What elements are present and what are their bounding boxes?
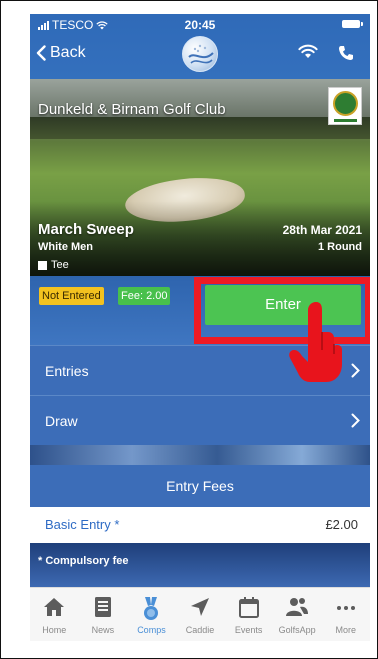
home-icon [44, 598, 65, 616]
decorative-texture [30, 445, 370, 465]
tab-label: GolfsApp [278, 625, 316, 635]
tee-group: White Men [38, 241, 93, 253]
compulsory-note-text: * Compulsory fee [38, 555, 129, 567]
clock: 20:45 [184, 18, 216, 32]
back-button[interactable]: Back [36, 44, 86, 62]
tab-more[interactable]: More [321, 588, 370, 641]
draw-label: Draw [45, 413, 78, 429]
chevron-right-icon [351, 413, 360, 428]
tab-label: Caddie [185, 625, 215, 635]
course-hero-image: Dunkeld & Birnam Golf Club March Sweep 2… [30, 79, 370, 276]
screenshot-frame: TESCO 20:45 Back Dunkeld & Birnam Golf C… [0, 0, 378, 659]
club-name: Dunkeld & Birnam Golf Club [38, 101, 226, 118]
golf-ball-logo-icon [182, 36, 218, 72]
tab-comps[interactable]: Comps [127, 588, 176, 641]
battery-icon [342, 20, 363, 28]
chevron-right-icon [351, 363, 360, 378]
tee-colour-swatch [38, 260, 47, 270]
news-icon [94, 597, 111, 617]
compulsory-fee-note: * Compulsory fee [30, 543, 370, 587]
tee-label: Tee [51, 259, 69, 271]
draw-row[interactable]: Draw [30, 395, 370, 445]
fee-row: Basic Entry * £2.00 [30, 507, 370, 543]
tab-golfsapp[interactable]: GolfsApp [273, 588, 322, 641]
tab-home[interactable]: Home [30, 588, 79, 641]
tab-label: More [335, 625, 357, 635]
tab-events[interactable]: Events [224, 588, 273, 641]
not-entered-badge: Not Entered [39, 287, 104, 305]
tab-label: Comps [137, 625, 166, 635]
tab-label: News [91, 625, 115, 635]
phone-call-icon[interactable] [338, 45, 354, 61]
tab-bar: Home News Comps Caddie Events GolfsApp M… [30, 587, 370, 641]
status-bar: TESCO 20:45 [30, 14, 370, 34]
nav-row: Back [30, 34, 370, 79]
tee-indicator: Tee [38, 259, 69, 271]
fee-name: Basic Entry * [45, 517, 120, 532]
tab-label: Events [234, 625, 263, 635]
fee-badge: Fee: 2.00 [118, 287, 171, 305]
back-label: Back [50, 44, 86, 61]
caddie-arrow-icon [191, 598, 210, 616]
wifi-icon[interactable] [298, 44, 318, 59]
entries-label: Entries [45, 363, 89, 379]
more-icon [336, 606, 355, 610]
entry-fees-header: Entry Fees [30, 465, 370, 507]
round-count: 1 Round [318, 241, 362, 253]
club-crest-logo [328, 87, 362, 125]
calendar-icon [238, 597, 259, 618]
tab-label: Home [42, 625, 67, 635]
medal-icon [144, 597, 159, 620]
users-icon [286, 598, 309, 616]
competition-date: 28th Mar 2021 [282, 223, 362, 237]
top-bar: TESCO 20:45 Back [30, 14, 370, 79]
fee-amount: £2.00 [325, 517, 358, 532]
tab-caddie[interactable]: Caddie [176, 588, 225, 641]
chevron-left-icon [36, 45, 46, 61]
competition-name: March Sweep [38, 221, 134, 238]
pointing-hand-icon [289, 302, 342, 382]
tab-news[interactable]: News [79, 588, 128, 641]
